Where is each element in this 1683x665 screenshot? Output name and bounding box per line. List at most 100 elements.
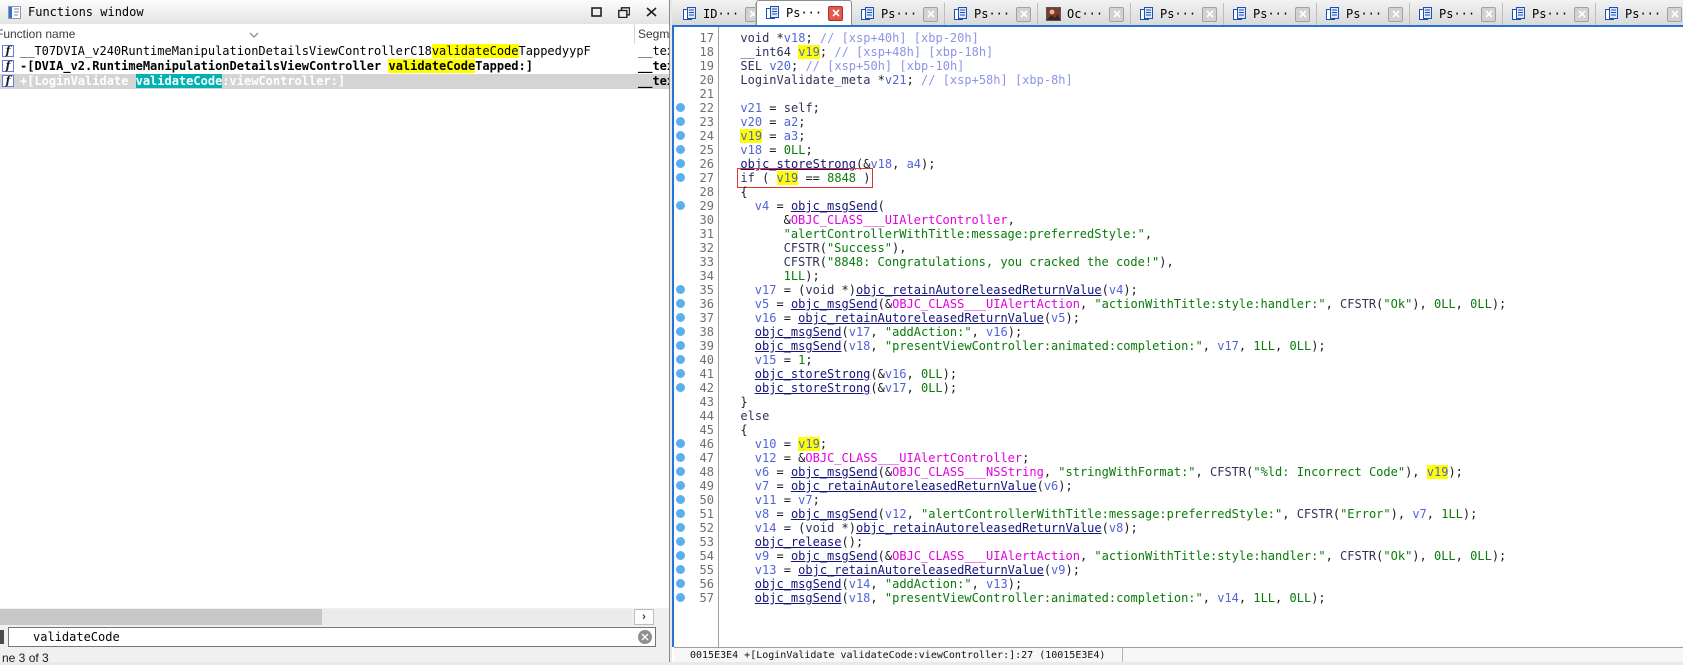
tab-7[interactable]: Ps··· <box>1317 3 1410 25</box>
tab-close-icon[interactable] <box>1016 6 1032 22</box>
code-text: v9 = objc_msgSend(&OBJC_CLASS___UIAlertA… <box>754 549 1507 563</box>
tab-2[interactable]: Ps··· <box>852 3 945 25</box>
picture-icon <box>1046 7 1061 21</box>
code-line-36: 36 v5 = objc_msgSend(&OBJC_CLASS___UIAler… <box>674 297 1683 311</box>
clear-filter-icon[interactable] <box>638 630 652 644</box>
functions-window-icon <box>8 5 21 19</box>
code-text: { <box>740 185 748 199</box>
tab-close-icon[interactable] <box>1574 6 1590 22</box>
function-name: +[LoginValidate validateCode:viewControl… <box>20 74 346 88</box>
code-line-17: 17 void *v18; // [xsp+40h] [xbp-20h] <box>674 31 1683 45</box>
search-match-highlight: validateCode <box>388 59 476 73</box>
column-separator[interactable] <box>634 24 635 44</box>
function-icon: f <box>2 75 14 87</box>
code-line-35: 35 v17 = (void *)objc_retainAutoreleasedR… <box>674 283 1683 297</box>
code-text: v18 = 0LL; <box>740 143 813 157</box>
scrollbar-right-arrow[interactable]: › <box>634 609 654 625</box>
function-row-1[interactable]: f -[DVIA_v2.RuntimeManipulationDetailsVie… <box>0 59 669 74</box>
tab-label: Ps··· <box>1346 7 1383 21</box>
line-number: 23 <box>699 115 714 129</box>
function-row-2[interactable]: f +[LoginValidate validateCode:viewContro… <box>0 74 669 89</box>
code-line-28: 28 { <box>674 185 1683 199</box>
code-text: v8 = objc_msgSend(v12, "alertControllerW… <box>754 507 1478 521</box>
maximize-icon[interactable] <box>591 7 602 17</box>
tab-5[interactable]: Ps··· <box>1131 3 1224 25</box>
tab-close-icon[interactable] <box>1109 6 1125 22</box>
code-text: v11 = v7; <box>754 493 820 507</box>
horizontal-scrollbar: › <box>0 609 669 625</box>
functions-window-titlebar[interactable]: Functions window <box>0 0 669 25</box>
code-line-22: 22 v21 = self; <box>674 101 1683 115</box>
tab-1-active[interactable]: Ps··· <box>756 0 852 25</box>
pseudocode-view[interactable]: 17 void *v18; // [xsp+40h] [xbp-20h] 18 __i… <box>674 27 1683 647</box>
tab-0[interactable]: ID··· <box>674 3 756 25</box>
tab-10[interactable]: Ps··· <box>1596 3 1683 25</box>
code-text: objc_msgSend(v18, "presentViewController… <box>754 339 1326 353</box>
tab-4[interactable]: Oc··· <box>1038 3 1131 25</box>
code-line-23: 23 v20 = a2; <box>674 115 1683 129</box>
line-number: 17 <box>699 31 714 45</box>
document-icon <box>1139 7 1154 21</box>
code-text: v7 = objc_retainAutoreleasedReturnValue(… <box>754 479 1073 493</box>
code-line-57: 57 objc_msgSend(v18, "presentViewControll… <box>674 591 1683 605</box>
column-header-segment[interactable]: Segm <box>638 27 669 41</box>
tab-close-icon[interactable] <box>1202 6 1218 22</box>
line-number: 41 <box>699 367 714 381</box>
code-line-19: 19 SEL v20; // [xsp+50h] [xbp-10h] <box>674 59 1683 73</box>
code-text: { <box>740 423 748 437</box>
function-name: __T07DVIA_v240RuntimeManipulationDetails… <box>20 44 591 58</box>
code-text: void *v18; // [xsp+40h] [xbp-20h] <box>740 31 979 45</box>
tab-9[interactable]: Ps··· <box>1503 3 1596 25</box>
pseudocode-pane: ID··· Ps··· Ps··· Ps··· Oc··· Ps··· Ps··· Ps···… <box>672 0 1683 662</box>
tab-close-icon[interactable] <box>745 6 755 22</box>
line-number: 40 <box>699 353 714 367</box>
code-line-43: 43} <box>674 395 1683 409</box>
code-line-24: 24 v19 = a3; <box>674 129 1683 143</box>
code-text: v17 = (void *)objc_retainAutoreleasedRet… <box>754 283 1138 297</box>
code-line-33: 33 CFSTR("8848: Congratulations, you crac… <box>674 255 1683 269</box>
tab-label: Ps··· <box>1160 7 1197 21</box>
code-text: objc_msgSend(v14, "addAction:", v13); <box>754 577 1023 591</box>
line-number: 33 <box>699 255 714 269</box>
code-text: else <box>740 409 770 423</box>
line-number: 21 <box>699 87 714 101</box>
tab-close-icon[interactable] <box>923 6 939 22</box>
tab-close-icon[interactable] <box>1481 6 1497 22</box>
line-number: 36 <box>699 297 714 311</box>
line-number: 27 <box>699 171 714 185</box>
column-header-function-name[interactable]: Function name <box>0 27 75 41</box>
document-icon <box>765 6 780 20</box>
tab-close-icon[interactable] <box>828 5 844 21</box>
code-line-39: 39 objc_msgSend(v18, "presentViewControll… <box>674 339 1683 353</box>
restore-icon[interactable] <box>618 6 630 18</box>
code-text: v13 = objc_retainAutoreleasedReturnValue… <box>754 563 1080 577</box>
function-filter-input[interactable] <box>8 627 656 647</box>
function-filter-bar <box>0 626 669 648</box>
document-icon <box>1511 7 1526 21</box>
code-line-41: 41 objc_storeStrong(&v16, 0LL); <box>674 367 1683 381</box>
scrollbar-thumb[interactable] <box>0 609 322 625</box>
tab-8[interactable]: Ps··· <box>1410 3 1503 25</box>
tab-3[interactable]: Ps··· <box>945 3 1038 25</box>
code-text: objc_msgSend(v18, "presentViewController… <box>754 591 1326 605</box>
code-text: } <box>740 395 748 409</box>
code-line-31: 31 "alertControllerWithTitle:message:pref… <box>674 227 1683 241</box>
line-number: 49 <box>699 479 714 493</box>
status-divider <box>1122 648 1123 662</box>
tab-close-icon[interactable] <box>1295 6 1311 22</box>
filter-label-icon <box>0 630 4 644</box>
tab-close-icon[interactable] <box>1388 6 1404 22</box>
close-icon[interactable] <box>646 7 657 17</box>
code-text: objc_release(); <box>754 535 864 549</box>
function-row-0[interactable]: f __T07DVIA_v240RuntimeManipulationDetail… <box>0 44 669 59</box>
document-icon <box>860 7 875 21</box>
tab-6[interactable]: Ps··· <box>1224 3 1317 25</box>
function-icon: f <box>2 45 14 57</box>
code-text: &OBJC_CLASS___UIAlertController, <box>783 213 1015 227</box>
code-text: SEL v20; // [xsp+50h] [xbp-10h] <box>740 59 965 73</box>
line-number: 56 <box>699 577 714 591</box>
function-icon: f <box>2 60 14 72</box>
code-line-44: 44 else <box>674 409 1683 423</box>
line-number: 20 <box>699 73 714 87</box>
tab-close-icon[interactable] <box>1667 6 1683 22</box>
